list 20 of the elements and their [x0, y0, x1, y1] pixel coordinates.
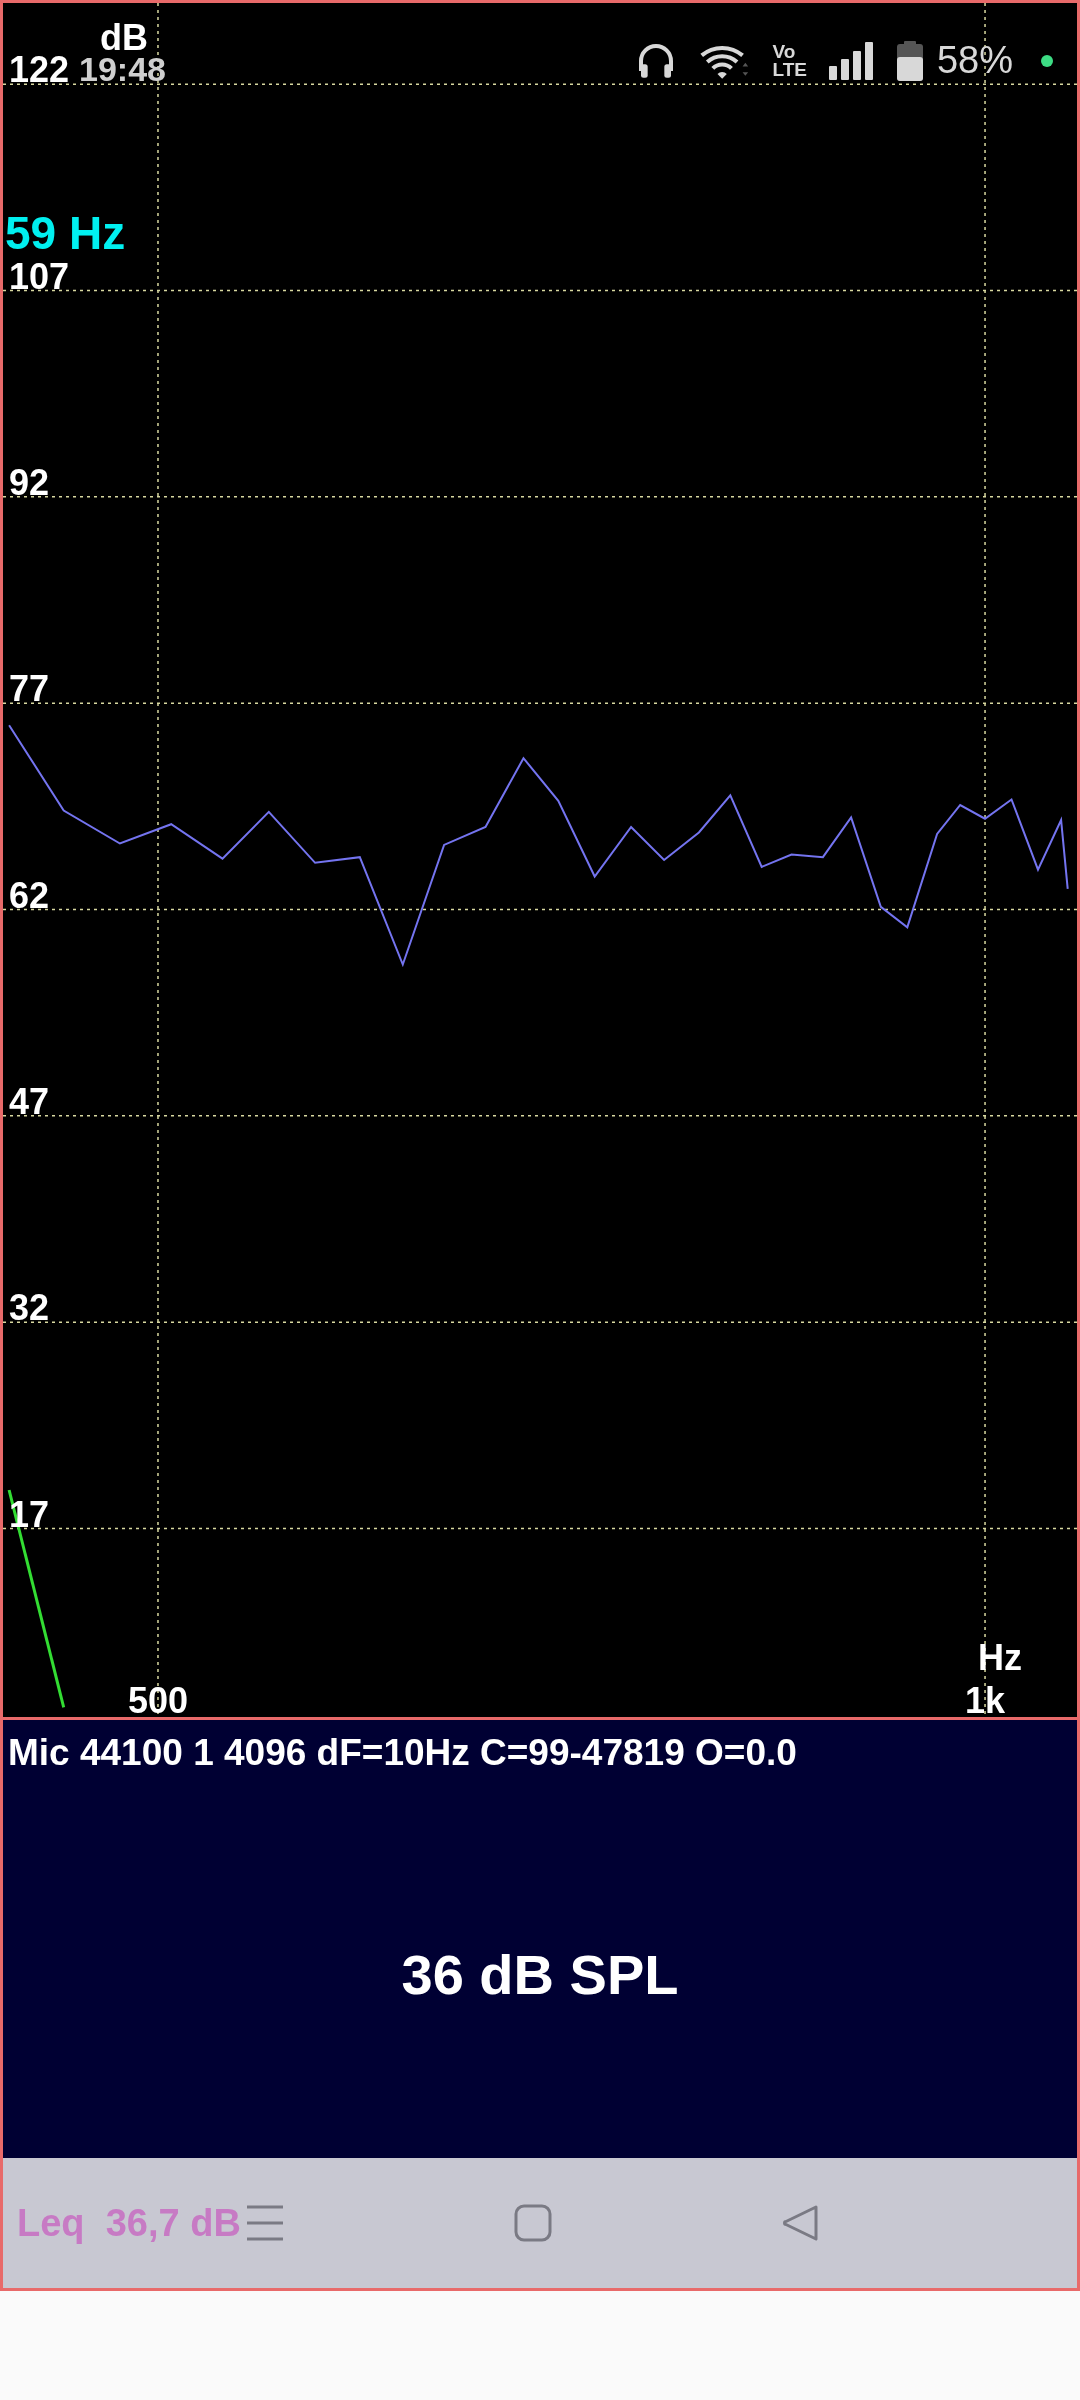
- tick-label: 92: [9, 461, 50, 503]
- tick-label: 77: [9, 668, 50, 710]
- privacy-indicator-dot: [1041, 54, 1053, 67]
- tick-label: 500: [127, 1680, 189, 1717]
- leq-reading: Leq 36,7 dB: [17, 2201, 241, 2245]
- battery-percentage: 58%: [936, 39, 1013, 82]
- back-button[interactable]: [783, 2204, 819, 2242]
- tick-label: 122: [9, 49, 70, 91]
- battery-icon: [896, 40, 923, 81]
- tick-label: 32: [9, 1287, 50, 1329]
- tick-label: 62: [9, 874, 50, 916]
- tick-label: 47: [9, 1080, 50, 1122]
- spl-reading: 36 dB SPL: [401, 1941, 679, 2007]
- audio-parameters: Mic 44100 1 4096 dF=10Hz C=99-47819 O=0.0: [7, 1731, 797, 1774]
- tick-label: 1k: [965, 1680, 1006, 1717]
- signal-icon: [828, 41, 875, 80]
- home-button[interactable]: [514, 2204, 552, 2242]
- menu-icon[interactable]: [246, 2205, 284, 2241]
- network-type-label: Vo LTE: [772, 42, 807, 79]
- axis-label: Hz: [978, 1637, 1022, 1678]
